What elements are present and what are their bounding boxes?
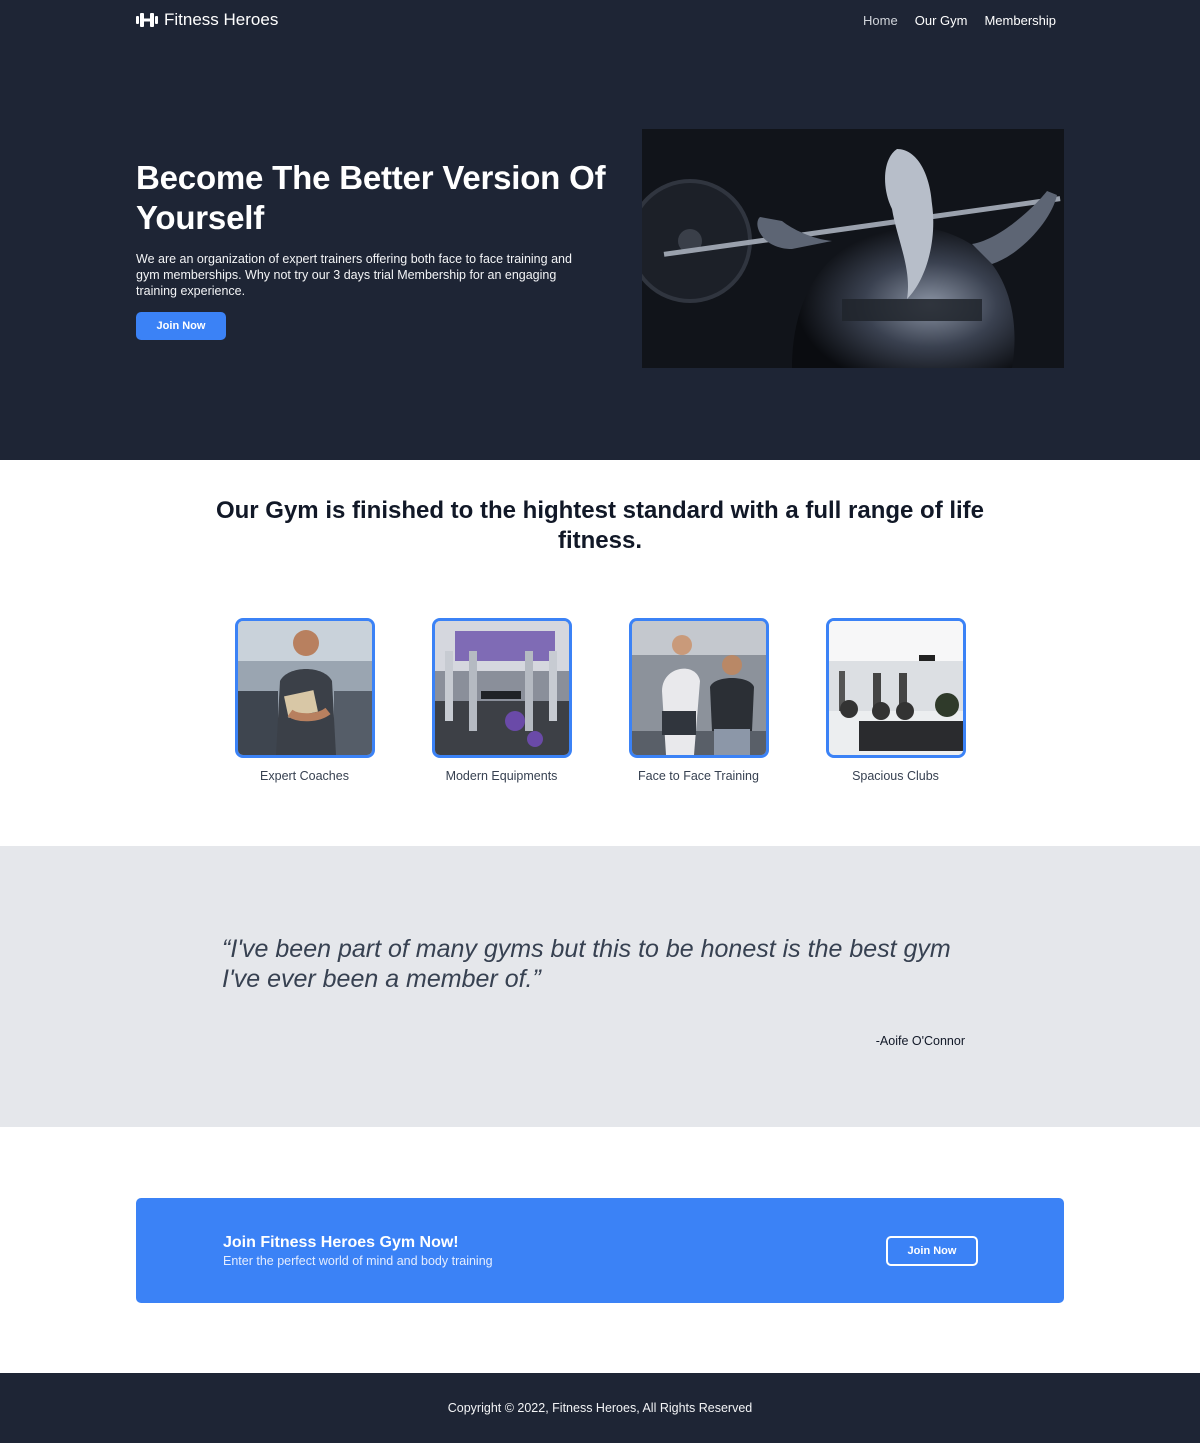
footer-copyright: Copyright © 2022, Fitness Heroes, All Ri… — [447, 1401, 753, 1415]
hero-image — [642, 129, 1064, 368]
feature-label: Spacious Clubs — [852, 769, 939, 783]
feature-card: Spacious Clubs — [825, 618, 966, 783]
testimonial-section: “I've been part of many gyms but this to… — [0, 846, 1200, 1127]
feature-label: Expert Coaches — [260, 769, 349, 783]
nav-links: Home Our Gym Membership — [863, 13, 1056, 28]
cta-banner: Join Fitness Heroes Gym Now! Enter the p… — [136, 1198, 1064, 1303]
nav-link-membership[interactable]: Membership — [984, 13, 1056, 28]
features-section: Our Gym is finished to the hightest stan… — [0, 460, 1200, 846]
cta-subtitle: Enter the perfect world of mind and body… — [223, 1254, 493, 1268]
hero-title: Become The Better Version Of Yourself — [136, 159, 606, 236]
feature-list: Expert Coaches Modern Equipments Face to… — [0, 618, 1200, 783]
cta-title: Join Fitness Heroes Gym Now! — [223, 1234, 459, 1251]
brand-name: Fitness Heroes — [164, 10, 279, 29]
cta-join-now-button[interactable]: Join Now — [886, 1236, 978, 1266]
hero-section: Fitness Heroes Home Our Gym Membership B… — [0, 0, 1200, 460]
nav-link-home[interactable]: Home — [863, 13, 898, 28]
feature-card: Expert Coaches — [234, 618, 375, 783]
testimonial-quote: “I've been part of many gyms but this to… — [222, 935, 951, 993]
feature-card: Face to Face Training — [628, 618, 769, 783]
testimonial-author: -Aoife O'Connor — [875, 1034, 965, 1048]
cta-section: Join Fitness Heroes Gym Now! Enter the p… — [0, 1127, 1200, 1373]
feature-label: Modern Equipments — [445, 769, 558, 783]
hero-join-now-button[interactable]: Join Now — [136, 312, 226, 340]
navbar: Fitness Heroes Home Our Gym Membership — [136, 0, 1064, 40]
features-title: Our Gym is finished to the hightest stan… — [215, 497, 985, 554]
modern-equipments-image — [431, 618, 572, 758]
expert-coaches-image — [234, 618, 375, 758]
brand[interactable]: Fitness Heroes — [136, 10, 278, 30]
hero-text: Become The Better Version Of Yourself We… — [136, 158, 606, 340]
face-to-face-training-image — [628, 618, 769, 758]
spacious-clubs-image — [825, 618, 966, 758]
feature-label: Face to Face Training — [638, 769, 759, 783]
hero-subtitle: We are an organization of expert trainer… — [136, 252, 572, 298]
nav-link-our-gym[interactable]: Our Gym — [915, 13, 968, 28]
dumbbell-icon — [136, 12, 158, 28]
feature-card: Modern Equipments — [431, 618, 572, 783]
footer: Copyright © 2022, Fitness Heroes, All Ri… — [0, 1373, 1200, 1443]
